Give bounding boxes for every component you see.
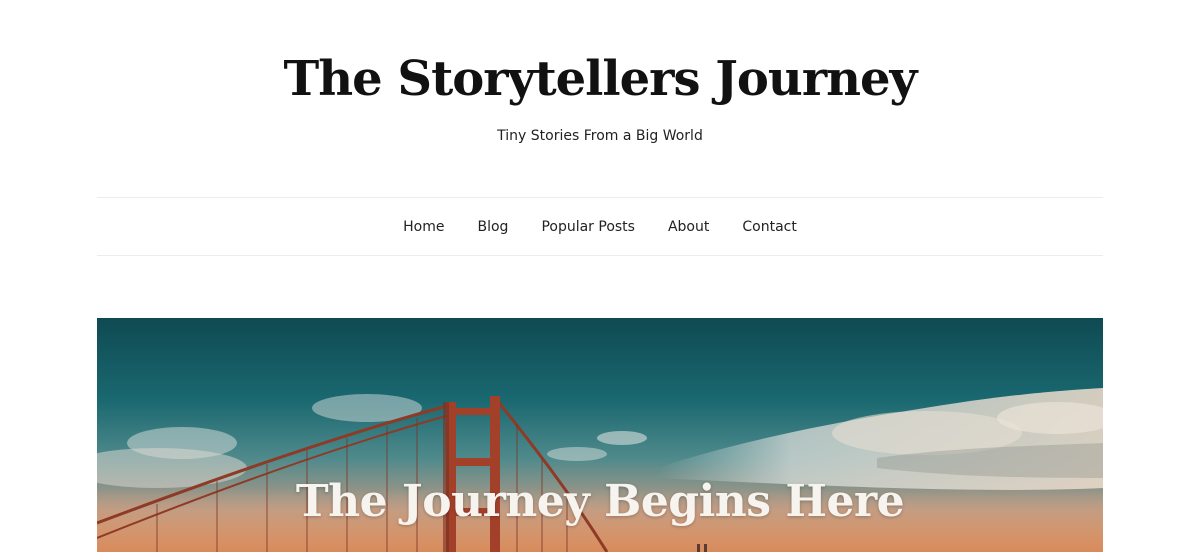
nav-item-home[interactable]: Home: [387, 217, 461, 237]
nav-item-about[interactable]: About: [651, 217, 725, 237]
main-navigation: Home Blog Popular Posts About Contact: [97, 197, 1103, 256]
nav-item-contact[interactable]: Contact: [726, 217, 813, 237]
site-header: The Storytellers Journey Tiny Stories Fr…: [0, 0, 1200, 198]
site-tagline: Tiny Stories From a Big World: [497, 128, 703, 144]
nav-item-popular-posts[interactable]: Popular Posts: [525, 217, 652, 237]
nav-item-blog[interactable]: Blog: [461, 217, 525, 237]
site-title[interactable]: The Storytellers Journey: [0, 44, 1200, 114]
hero-title: The Journey Begins Here: [295, 476, 905, 527]
